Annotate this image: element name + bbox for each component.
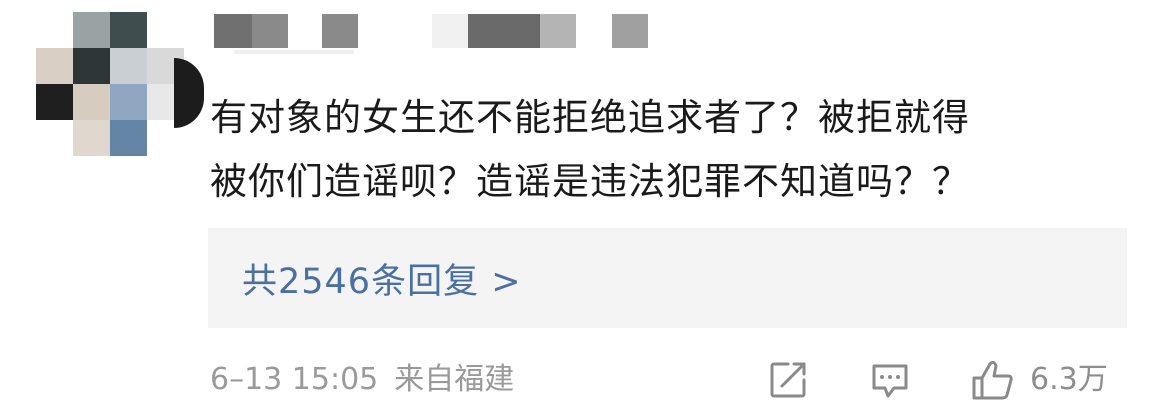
avatar[interactable] xyxy=(36,12,204,156)
share-icon[interactable] xyxy=(766,358,810,402)
replies-box[interactable]: 共2546条回复 > xyxy=(208,228,1127,328)
comment-text-line-2: 被你们造谣呗？造谣是违法犯罪不知道吗？？ xyxy=(210,160,970,203)
thumbs-up-icon[interactable] xyxy=(970,358,1014,402)
comment-meta: 6–13 15:05 来自福建 xyxy=(210,358,514,402)
view-replies-link[interactable]: 共2546条回复 > xyxy=(242,253,522,304)
username[interactable] xyxy=(214,14,654,54)
comment-text: 有对象的女生还不能拒绝追求者了？被拒就得 被你们造谣呗？造谣是违法犯罪不知道吗？… xyxy=(210,86,1140,214)
comment-text-line-1: 有对象的女生还不能拒绝追求者了？被拒就得 xyxy=(210,96,970,139)
comment-icon[interactable] xyxy=(868,358,912,402)
comment-time: 6–13 15:05 xyxy=(210,362,379,397)
comment-location: 来自福建 xyxy=(394,362,515,397)
like-count: 6.3万 xyxy=(1030,362,1108,397)
